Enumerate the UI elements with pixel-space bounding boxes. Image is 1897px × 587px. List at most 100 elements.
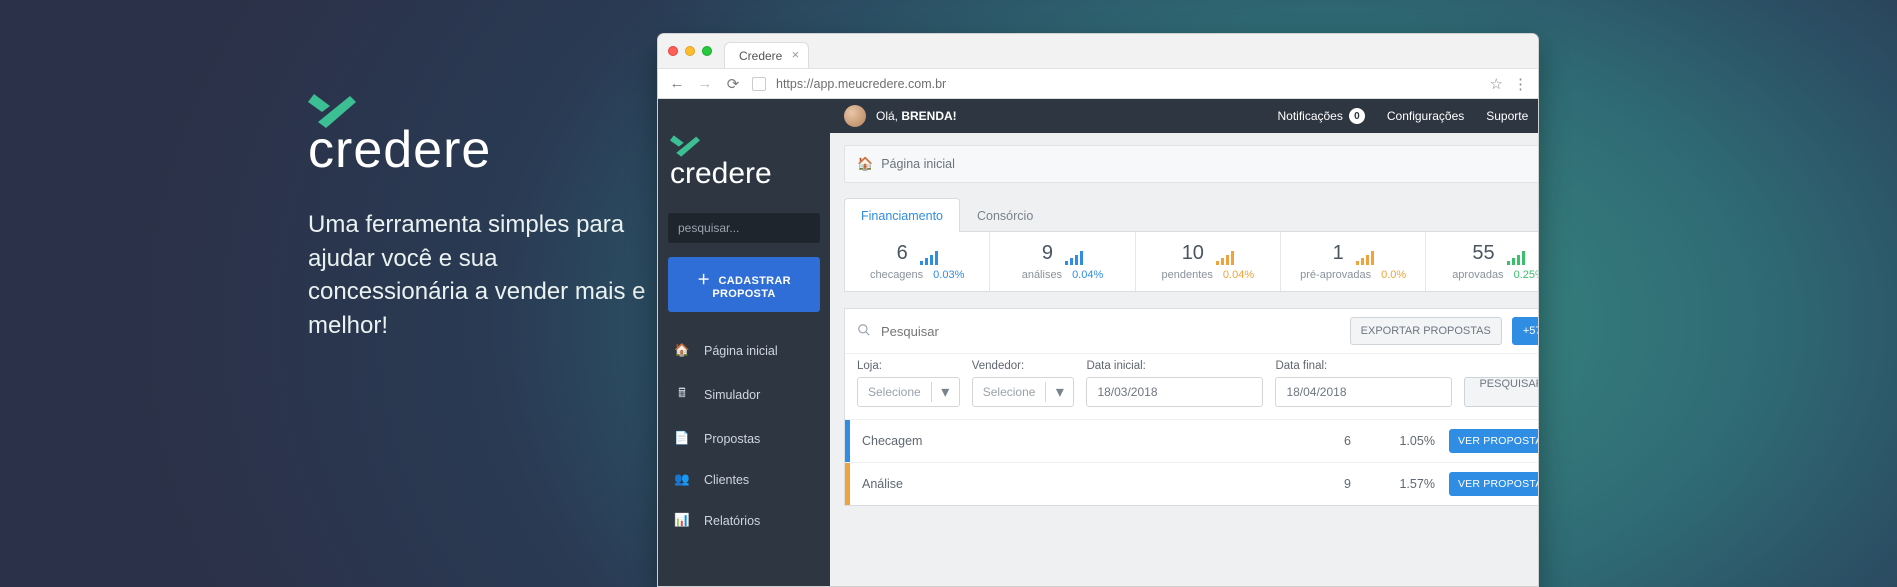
chevron-down-icon: ▾ <box>931 382 959 402</box>
row-pct: 1.05% <box>1365 434 1435 448</box>
table-row: Análise 9 1.57% VER PROPOSTAS <box>845 462 1539 505</box>
main-area: Olá, BRENDA! Notificações0 Configurações… <box>830 99 1539 586</box>
tab-consorcio[interactable]: Consórcio <box>960 198 1050 232</box>
sidebar-search-input[interactable] <box>668 213 843 243</box>
stat-value: 1 <box>1333 242 1344 265</box>
view-proposals-button[interactable]: VER PROPOSTAS <box>1449 472 1539 496</box>
view-proposals-button[interactable]: VER PROPOSTAS <box>1449 429 1539 453</box>
filter-label-vendedor: Vendedor: <box>972 360 1075 372</box>
row-count: 9 <box>1301 477 1351 491</box>
chevron-down-icon: ▾ <box>1045 382 1073 402</box>
tab-title: Credere <box>739 49 782 63</box>
bars-icon <box>1216 249 1234 265</box>
sidebar-item-label: Clientes <box>704 473 749 487</box>
panel-head: EXPORTAR PROPOSTAS +574 <box>845 309 1539 353</box>
notifications-link[interactable]: Notificações0 <box>1277 108 1364 124</box>
loja-select[interactable]: Selecione▾ <box>857 377 960 407</box>
stat-preaprov[interactable]: 1 pré-aprovadas0.0% <box>1281 232 1426 291</box>
stat-pendentes[interactable]: 10 pendentes0.04% <box>1136 232 1281 291</box>
content: 🏠 Página inicial Financiamento Consórcio… <box>830 133 1539 506</box>
table-row: Checagem 6 1.05% VER PROPOSTAS <box>845 419 1539 462</box>
sidebar-brand-word: credere <box>670 157 818 191</box>
stat-value: 9 <box>1042 242 1053 265</box>
tabs: Financiamento Consórcio <box>844 197 1539 232</box>
support-link[interactable]: Suporte <box>1486 109 1528 123</box>
date-end-input[interactable] <box>1275 377 1452 407</box>
export-button[interactable]: EXPORTAR PROPOSTAS <box>1350 317 1502 345</box>
proposals-panel: EXPORTAR PROPOSTAS +574 Loja: Selecione▾… <box>844 308 1539 506</box>
browser-tabstrip: Credere × <box>658 34 1538 68</box>
users-icon: 👥 <box>674 472 690 487</box>
row-count: 6 <box>1301 434 1351 448</box>
address-bar: ← → ⟳ https://app.meucredere.com.br ☆ ⋮ <box>658 68 1538 99</box>
sidebar-item-reports[interactable]: 📊 Relatórios <box>658 500 830 541</box>
sidebar-item-clients[interactable]: 👥 Clientes <box>658 459 830 500</box>
stat-analises[interactable]: 9 análises 0.04% <box>990 232 1135 291</box>
stat-aprovadas[interactable]: 55 aprovadas0.25% <box>1426 232 1539 291</box>
search-button[interactable]: PESQUISAR <box>1464 377 1539 407</box>
new-proposal-button[interactable]: ＋CADASTRAR PROPOSTA <box>668 257 820 312</box>
browser-tab[interactable]: Credere × <box>724 42 809 68</box>
filter-label-data-fim: Data final: <box>1275 360 1452 372</box>
browser-window: Credere × ← → ⟳ https://app.meucredere.c… <box>657 33 1539 587</box>
vendedor-select[interactable]: Selecione▾ <box>972 377 1075 407</box>
sidebar-search[interactable] <box>668 213 820 243</box>
cta-label: CADASTRAR PROPOSTA <box>712 275 791 300</box>
minimize-window-icon[interactable] <box>685 46 695 56</box>
bars-icon <box>1507 249 1525 265</box>
page-icon <box>752 77 766 91</box>
sidebar-item-home[interactable]: 🏠 Página inicial <box>658 330 830 371</box>
stat-label: checagens <box>870 269 923 281</box>
sidebar-item-simulator[interactable]: 🖩 Simulador <box>658 371 830 418</box>
avatar[interactable] <box>844 105 866 127</box>
row-name: Checagem <box>862 434 1301 448</box>
breadcrumb: 🏠 Página inicial <box>844 145 1539 183</box>
row-name: Análise <box>862 477 1301 491</box>
stat-pct: 0.03% <box>933 269 964 281</box>
date-start-input[interactable] <box>1086 377 1263 407</box>
stat-label: pendentes <box>1162 269 1213 281</box>
bars-icon <box>1065 249 1083 265</box>
home-icon: 🏠 <box>857 156 873 172</box>
promo-block: credere Uma ferramenta simples para ajud… <box>308 76 648 342</box>
results-table: Checagem 6 1.05% VER PROPOSTAS Análise 9… <box>845 419 1539 505</box>
filter-label-data-ini: Data inicial: <box>1086 360 1263 372</box>
stat-checagens[interactable]: 6 checagens 0.03% <box>845 232 990 291</box>
bars-icon <box>920 249 938 265</box>
chart-icon: 📊 <box>674 513 690 528</box>
close-window-icon[interactable] <box>668 46 678 56</box>
close-tab-icon[interactable]: × <box>788 48 802 62</box>
stat-pct: 0.04% <box>1072 269 1103 281</box>
topbar: Olá, BRENDA! Notificações0 Configurações… <box>830 99 1539 133</box>
row-pct: 1.57% <box>1365 477 1435 491</box>
select-placeholder: Selecione <box>973 385 1046 399</box>
stat-value: 6 <box>897 242 908 265</box>
greeting: Olá, BRENDA! <box>876 109 1277 123</box>
sidebar-logo: credere <box>658 99 830 201</box>
breadcrumb-title: Página inicial <box>881 157 955 171</box>
browser-menu-icon[interactable]: ⋮ <box>1513 75 1528 93</box>
greeting-name: BRENDA! <box>901 109 956 123</box>
stat-value: 55 <box>1472 242 1494 265</box>
sidebar-item-label: Relatórios <box>704 514 760 528</box>
maximize-window-icon[interactable] <box>702 46 712 56</box>
reload-icon[interactable]: ⟳ <box>724 75 742 93</box>
select-placeholder: Selecione <box>858 385 931 399</box>
tab-financiamento[interactable]: Financiamento <box>844 198 960 232</box>
sidebar-item-label: Página inicial <box>704 344 778 358</box>
back-icon[interactable]: ← <box>668 75 686 92</box>
row-accent <box>845 463 850 505</box>
count-button[interactable]: +574 <box>1512 317 1539 345</box>
settings-link[interactable]: Configurações <box>1387 109 1464 123</box>
url-text[interactable]: https://app.meucredere.com.br <box>776 77 1480 91</box>
sidebar-item-label: Simulador <box>704 388 760 402</box>
greeting-prefix: Olá, <box>876 109 901 123</box>
calculator-icon: 🖩 <box>674 384 690 405</box>
panel-search-input[interactable] <box>881 324 1340 339</box>
window-controls[interactable] <box>668 34 712 68</box>
stat-label: pré-aprovadas <box>1300 269 1371 281</box>
home-icon: 🏠 <box>674 343 690 358</box>
stat-label: análises <box>1022 269 1062 281</box>
bookmark-icon[interactable]: ☆ <box>1490 75 1503 93</box>
sidebar-item-proposals[interactable]: 📄Propostas <box>658 418 830 459</box>
